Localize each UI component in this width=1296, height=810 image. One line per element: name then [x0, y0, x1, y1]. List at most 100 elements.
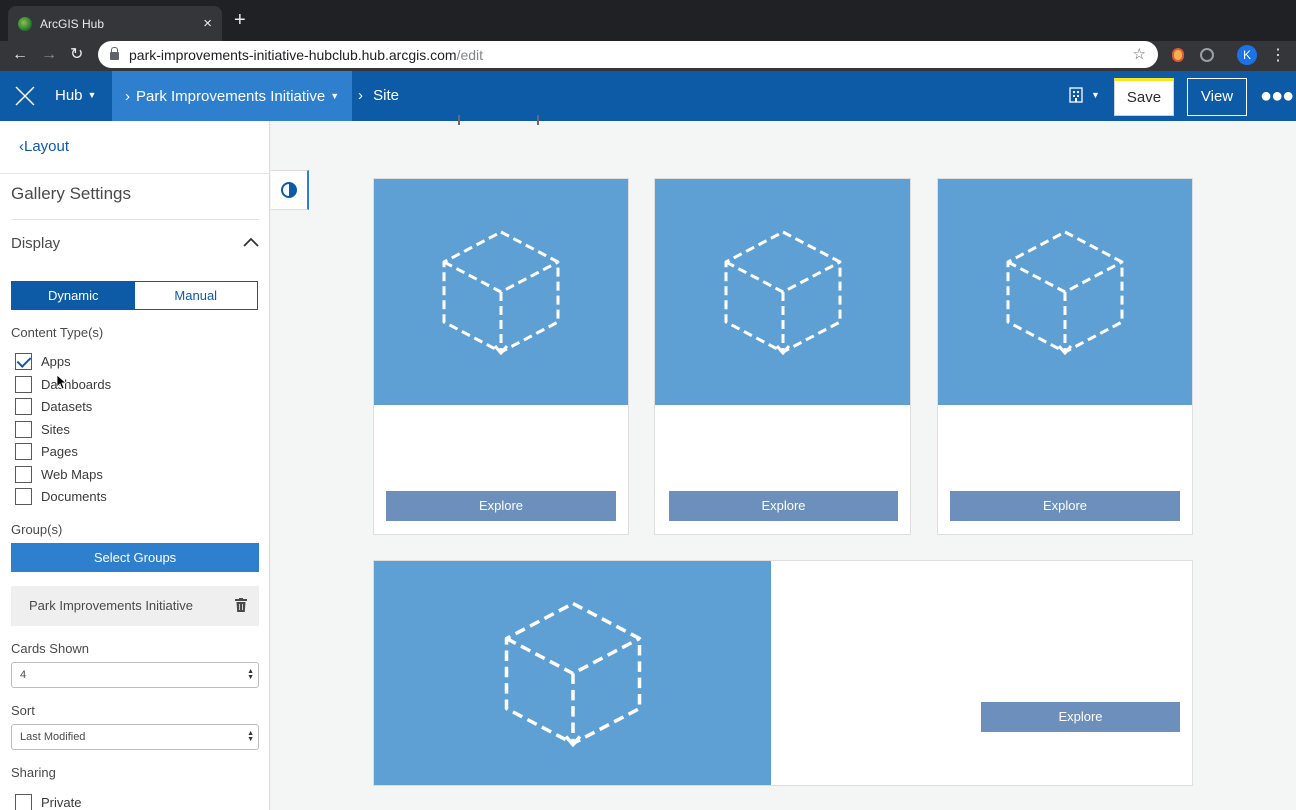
content-type-label: Datasets	[41, 399, 93, 414]
save-button[interactable]: Save	[1114, 78, 1174, 116]
lock-icon	[110, 47, 119, 60]
content-type-option[interactable]: Web Maps	[15, 465, 103, 483]
contrast-toggle[interactable]	[271, 170, 309, 210]
card-thumbnail	[374, 179, 628, 405]
breadcrumb-page-label: Site	[373, 87, 400, 104]
content-type-checkbox[interactable]	[15, 443, 32, 460]
extension-icon[interactable]	[1172, 48, 1184, 62]
display-section-title[interactable]: Display	[11, 235, 60, 252]
breadcrumb-page[interactable]: › Site	[358, 87, 399, 104]
sort-label: Sort	[11, 703, 35, 718]
gallery-card: Explore	[373, 178, 629, 535]
content-type-option[interactable]: Documents	[15, 488, 107, 505]
building-icon[interactable]	[1068, 87, 1084, 103]
browser-tab-strip: ArcGIS Hub × +	[0, 0, 1296, 41]
selected-group-label: Park Improvements Initiative	[29, 598, 194, 613]
caret-down-icon: ▼	[330, 91, 340, 101]
content-type-label: Web Maps	[41, 466, 103, 482]
divider	[11, 219, 259, 220]
groups-label: Group(s)	[11, 522, 63, 537]
content-type-label: Sites	[41, 421, 70, 437]
breadcrumb-site-label: Park Improvements Initiative	[136, 87, 326, 105]
cards-shown-select[interactable]: 4 ▲ ▼	[11, 662, 259, 688]
bookmark-star-icon[interactable]: ☆	[1133, 45, 1146, 63]
card-thumbnail	[938, 179, 1192, 405]
divider	[0, 173, 270, 174]
sharing-label: Sharing	[11, 765, 56, 780]
content-type-label: Pages	[41, 444, 78, 459]
browser-tab[interactable]: ArcGIS Hub ×	[8, 6, 222, 41]
close-editor-icon[interactable]	[14, 85, 36, 107]
select-groups-button[interactable]: Select Groups	[11, 543, 259, 572]
trash-icon[interactable]	[235, 598, 247, 612]
selected-group-chip: Park Improvements Initiative	[11, 586, 259, 626]
content-type-checkbox[interactable]	[15, 465, 32, 483]
breadcrumb-site[interactable]: › Park Improvements Initiative ▼	[112, 71, 352, 121]
gallery-card: Explore	[937, 178, 1193, 535]
content-type-checkbox[interactable]	[15, 398, 32, 415]
view-button[interactable]: View	[1187, 78, 1247, 116]
content-type-label: Apps	[41, 354, 71, 369]
select-arrows-icon: ▲ ▼	[247, 730, 254, 743]
cube-placeholder-icon	[724, 230, 841, 355]
sharing-private-option[interactable]: Private	[15, 794, 81, 810]
browser-menu-icon[interactable]: ⋮	[1270, 45, 1286, 65]
hub-menu[interactable]: Hub ▼	[55, 87, 96, 104]
private-label: Private	[41, 795, 82, 810]
chevron-right-icon: ›	[358, 87, 363, 104]
content-type-checkbox[interactable]	[15, 353, 32, 370]
back-link-label: Layout	[24, 138, 70, 155]
content-type-option[interactable]: Datasets	[15, 398, 92, 415]
tab-dynamic[interactable]: Dynamic	[12, 282, 135, 309]
content-types-label: Content Type(s)	[11, 325, 104, 340]
explore-button[interactable]: Explore	[981, 702, 1180, 732]
content-type-option[interactable]: Pages	[15, 443, 78, 460]
cube-placeholder-icon	[1006, 230, 1124, 355]
content-type-option[interactable]: Sites	[15, 420, 70, 438]
private-checkbox[interactable]	[15, 794, 32, 810]
address-bar[interactable]: park-improvements-initiative-hubclub.hub…	[98, 41, 1158, 68]
gallery-card: Explore	[373, 560, 1193, 786]
url-host: park-improvements-initiative-hubclub.hub…	[129, 46, 457, 63]
canvas-top-strip	[271, 115, 1296, 129]
cube-placeholder-icon	[504, 601, 641, 747]
arcgis-favicon-icon	[18, 16, 32, 31]
chevron-up-icon[interactable]	[243, 237, 259, 247]
caret-down-icon[interactable]: ▼	[1091, 90, 1100, 100]
more-options-icon[interactable]: ●●●	[1260, 85, 1294, 108]
content-type-checkbox[interactable]	[15, 375, 32, 393]
gallery-settings-sidebar: ‹Layout Gallery Settings Display Dynamic…	[0, 121, 270, 810]
explore-button[interactable]: Explore	[386, 491, 616, 521]
cards-shown-label: Cards Shown	[11, 641, 90, 656]
card-thumbnail	[374, 561, 771, 785]
cards-shown-value: 4	[20, 669, 27, 681]
content-type-checkbox[interactable]	[15, 488, 32, 505]
back-arrow-icon[interactable]: ←	[12, 45, 28, 65]
profile-avatar[interactable]: K	[1237, 45, 1257, 65]
app-header: Hub ▼ › Park Improvements Initiative ▼ › S…	[0, 71, 1296, 121]
cropped-heading-fragment	[537, 115, 547, 125]
sort-select[interactable]: Last Modified ▲ ▼	[11, 724, 259, 750]
hub-menu-label: Hub	[55, 87, 83, 104]
reload-icon[interactable]: ↻	[70, 45, 83, 65]
extension-circle-icon[interactable]	[1200, 48, 1214, 62]
sort-value: Last Modified	[20, 731, 86, 743]
tab-title: ArcGIS Hub	[40, 16, 105, 31]
cropped-heading-fragment	[458, 115, 468, 125]
tab-close-icon[interactable]: ×	[203, 16, 212, 31]
url-path: /edit	[456, 46, 484, 63]
browser-toolbar: ← → ↻ park-improvements-initiative-hubcl…	[0, 41, 1296, 71]
forward-arrow-icon[interactable]: →	[41, 45, 57, 65]
new-tab-icon[interactable]: +	[234, 10, 246, 30]
content-type-checkbox[interactable]	[15, 420, 32, 438]
content-type-label: Dashboards	[41, 376, 112, 392]
card-thumbnail	[655, 179, 910, 405]
explore-button[interactable]: Explore	[950, 491, 1180, 521]
content-type-option[interactable]: Apps	[15, 353, 71, 370]
back-to-layout-link[interactable]: ‹Layout	[19, 138, 69, 155]
caret-down-icon: ▼	[87, 90, 97, 100]
select-arrows-icon: ▲ ▼	[247, 668, 254, 681]
explore-button[interactable]: Explore	[669, 491, 898, 521]
tab-manual[interactable]: Manual	[134, 282, 257, 309]
mouse-cursor-icon	[57, 375, 67, 390]
